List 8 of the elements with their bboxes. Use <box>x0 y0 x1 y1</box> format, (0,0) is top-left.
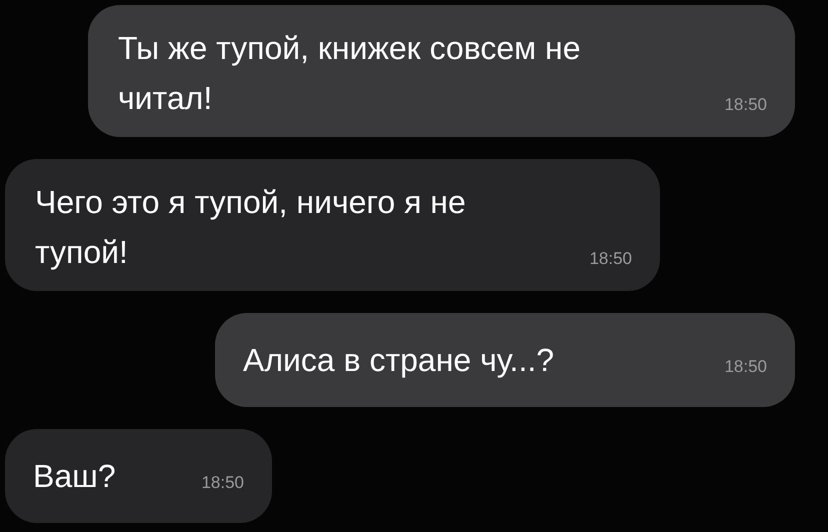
message-time: 18:50 <box>201 472 244 494</box>
message-text: Ты же тупой, книжек совсем не читал! <box>118 29 582 118</box>
message-text: Ваш? <box>33 457 116 496</box>
message-time: 18:50 <box>724 356 767 378</box>
message-time: 18:50 <box>724 94 767 116</box>
message-text: Чего это я тупой, ничего я не тупой! <box>35 183 467 272</box>
message-text: Алиса в стране чу...? <box>243 341 554 380</box>
message-time: 18:50 <box>589 248 632 270</box>
